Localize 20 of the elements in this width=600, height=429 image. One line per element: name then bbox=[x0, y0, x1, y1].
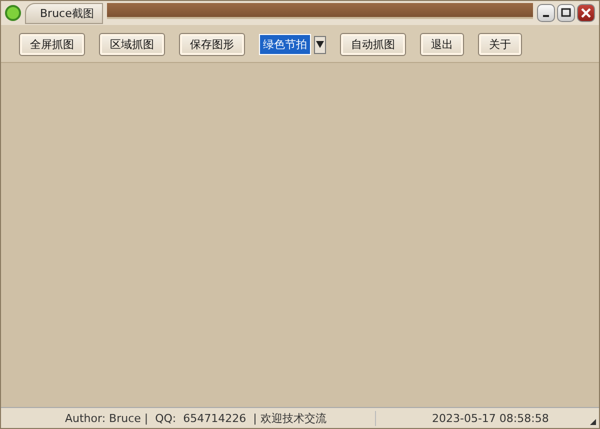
toolbar-button[interactable]: 区域抓图 bbox=[99, 33, 165, 56]
minimize-button[interactable] bbox=[537, 4, 555, 22]
app-icon bbox=[5, 5, 21, 21]
resize-grip-icon bbox=[590, 419, 596, 425]
toolbar-button[interactable]: 自动抓图 bbox=[340, 33, 406, 56]
toolbar-button[interactable]: 关于 bbox=[478, 33, 522, 56]
maximize-button[interactable] bbox=[557, 4, 575, 22]
status-info: Author: Bruce | QQ: 654714226 | 欢迎技术交流 bbox=[65, 410, 376, 426]
maximize-icon bbox=[561, 8, 571, 18]
minimize-icon bbox=[543, 15, 549, 17]
close-button[interactable] bbox=[577, 4, 595, 22]
toolbar-button[interactable]: 保存图形 bbox=[179, 33, 245, 56]
dropdown-button[interactable] bbox=[314, 36, 326, 54]
combo-field[interactable]: 绿色节拍 bbox=[259, 34, 311, 55]
caret-icon bbox=[316, 41, 324, 48]
status-time: 2023-05-17 08:58:58 bbox=[432, 412, 549, 424]
close-icon bbox=[581, 8, 591, 18]
toolbar-button[interactable]: 全屏抓图 bbox=[19, 33, 85, 56]
window-title: Bruce截图 bbox=[25, 2, 103, 24]
toolbar-button[interactable]: 退出 bbox=[420, 33, 464, 56]
